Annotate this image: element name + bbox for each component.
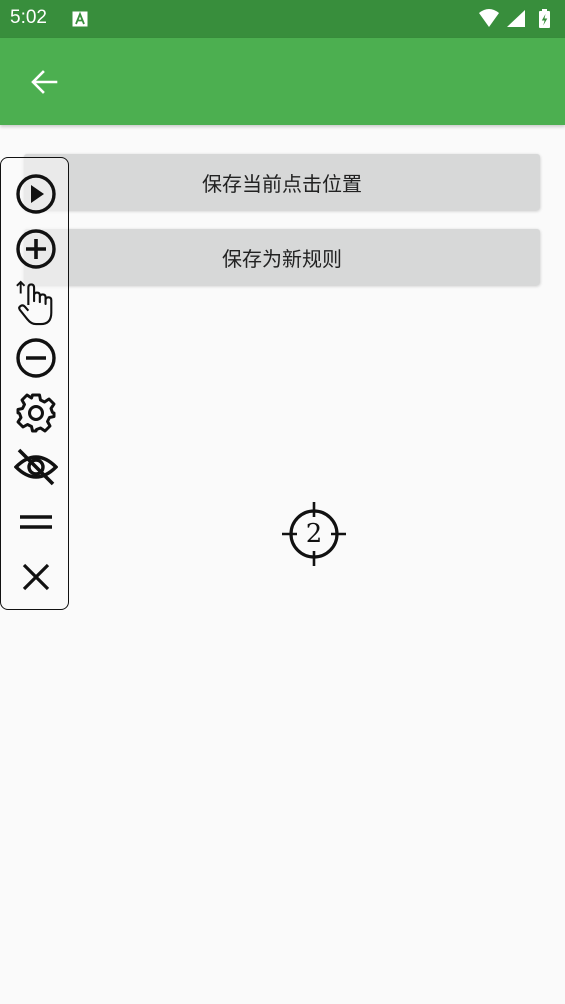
arrow-back-icon — [31, 70, 58, 94]
hide-button[interactable] — [14, 445, 58, 489]
settings-button[interactable] — [14, 391, 58, 435]
visibility-off-icon — [14, 448, 58, 486]
drag-handle-icon — [20, 515, 52, 529]
drag-handle[interactable] — [14, 500, 58, 544]
app-bar — [0, 38, 565, 125]
save-as-new-rule-button[interactable]: 保存为新规则 — [24, 229, 540, 285]
remove-button[interactable] — [14, 336, 58, 380]
status-time: 5:02 — [10, 7, 47, 28]
tap-gesture-icon — [16, 280, 53, 326]
status-icons — [477, 8, 555, 30]
play-circle-icon — [16, 174, 56, 214]
battery-icon — [539, 9, 550, 28]
settings-gear-icon — [16, 393, 56, 433]
close-icon — [22, 563, 50, 591]
close-button[interactable] — [14, 555, 58, 599]
a11y-icon — [72, 11, 88, 27]
floating-toolbar[interactable] — [0, 157, 69, 610]
play-button[interactable] — [14, 172, 58, 216]
save-click-position-button[interactable]: 保存当前点击位置 — [24, 154, 540, 210]
target-number: 2 — [305, 519, 323, 549]
click-target[interactable]: 2 — [281, 501, 347, 567]
add-circle-icon — [16, 229, 56, 269]
cellular-icon — [507, 10, 525, 27]
add-button[interactable] — [14, 227, 58, 271]
remove-circle-icon — [16, 338, 56, 378]
status-bar: 5:02 — [0, 0, 565, 38]
back-button[interactable] — [22, 60, 66, 104]
wifi-icon — [479, 9, 499, 27]
tap-gesture-button[interactable] — [14, 279, 58, 329]
